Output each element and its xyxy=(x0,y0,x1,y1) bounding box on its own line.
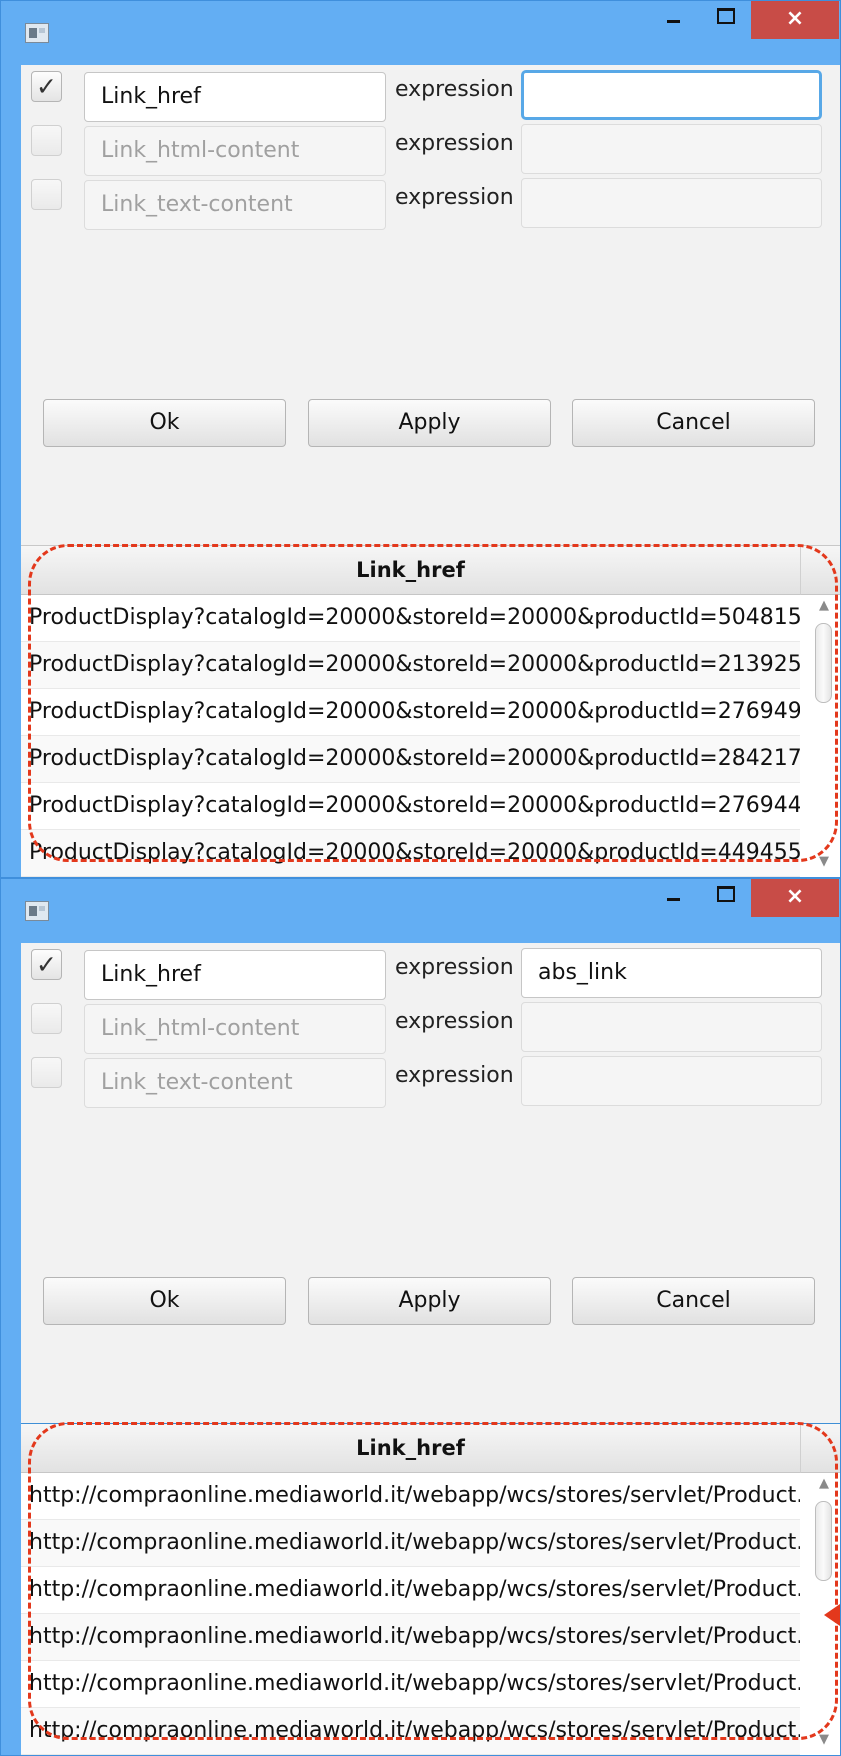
scroll-up-icon[interactable]: ▲ xyxy=(816,599,832,613)
scrollbar-thumb[interactable] xyxy=(815,623,832,703)
table-row[interactable]: ProductDisplay?catalogId=20000&storeId=2… xyxy=(21,783,800,830)
title-bar[interactable]: × xyxy=(1,1,840,65)
dialog-window-before: × ✓ Link_href expression Link_html-conte… xyxy=(0,0,841,878)
field-row-link-text-content: Link_text-content expression xyxy=(21,1051,840,1108)
table-row[interactable]: http://compraonline.mediaworld.it/webapp… xyxy=(21,1708,800,1755)
field-row-link-href: ✓ Link_href expression xyxy=(21,65,840,122)
ok-button[interactable]: Ok xyxy=(43,1277,286,1325)
expression-input[interactable] xyxy=(521,1056,822,1106)
check-icon: ✓ xyxy=(36,72,57,101)
field-name-input[interactable]: Link_html-content xyxy=(84,1004,386,1054)
apply-button[interactable]: Apply xyxy=(308,1277,551,1325)
column-header-link-href[interactable]: Link_href xyxy=(21,1424,800,1473)
scroll-up-icon[interactable]: ▲ xyxy=(816,1477,832,1491)
include-checkbox-link-html-content[interactable] xyxy=(31,1003,62,1034)
maximize-icon[interactable] xyxy=(701,1,749,33)
minimize-icon[interactable] xyxy=(649,879,697,911)
dialog-content: ✓ Link_href expression abs_link Link_htm… xyxy=(21,943,840,1755)
preview-table[interactable]: Link_href http://compraonline.mediaworld… xyxy=(21,1423,840,1755)
preview-table[interactable]: Link_href ProductDisplay?catalogId=20000… xyxy=(21,545,840,877)
expression-input[interactable]: abs_link xyxy=(521,948,822,998)
close-icon[interactable]: × xyxy=(751,879,839,917)
expression-input[interactable] xyxy=(521,178,822,228)
table-row[interactable]: http://compraonline.mediaworld.it/webapp… xyxy=(21,1473,800,1520)
table-row[interactable]: ProductDisplay?catalogId=20000&storeId=2… xyxy=(21,689,800,736)
expression-label: expression xyxy=(395,77,514,102)
apply-button[interactable]: Apply xyxy=(308,399,551,447)
app-icon xyxy=(25,23,49,43)
field-row-link-text-content: Link_text-content expression xyxy=(21,173,840,230)
scrollbar-thumb[interactable] xyxy=(815,1501,832,1581)
minimize-icon[interactable] xyxy=(649,1,697,33)
maximize-icon[interactable] xyxy=(701,879,749,911)
field-name-input[interactable]: Link_html-content xyxy=(84,126,386,176)
include-checkbox-link-href[interactable]: ✓ xyxy=(31,949,62,980)
table-row[interactable]: http://compraonline.mediaworld.it/webapp… xyxy=(21,1614,800,1661)
expression-label: expression xyxy=(395,1009,514,1034)
field-row-link-html-content: Link_html-content expression xyxy=(21,119,840,176)
expression-input[interactable] xyxy=(521,70,822,120)
include-checkbox-link-href[interactable]: ✓ xyxy=(31,71,62,102)
table-row[interactable]: http://compraonline.mediaworld.it/webapp… xyxy=(21,1661,800,1708)
table-row[interactable]: ProductDisplay?catalogId=20000&storeId=2… xyxy=(21,830,800,877)
field-name-input[interactable]: Link_text-content xyxy=(84,1058,386,1108)
expression-input[interactable] xyxy=(521,124,822,174)
include-checkbox-link-text-content[interactable] xyxy=(31,179,62,210)
dialog-window-after: × ✓ Link_href expression abs_link Link_h… xyxy=(0,878,841,1756)
vertical-scrollbar[interactable]: ▲ ▼ xyxy=(812,595,836,877)
scroll-down-icon[interactable]: ▼ xyxy=(816,855,832,869)
scroll-down-icon[interactable]: ▼ xyxy=(816,1733,832,1747)
cancel-button[interactable]: Cancel xyxy=(572,1277,815,1325)
include-checkbox-link-text-content[interactable] xyxy=(31,1057,62,1088)
table-row[interactable]: ProductDisplay?catalogId=20000&storeId=2… xyxy=(21,642,800,689)
dialog-content: ✓ Link_href expression Link_html-content… xyxy=(21,65,840,877)
expression-label: expression xyxy=(395,185,514,210)
app-icon xyxy=(25,901,49,921)
field-name-input[interactable]: Link_text-content xyxy=(84,180,386,230)
expression-label: expression xyxy=(395,1063,514,1088)
header-corner xyxy=(800,546,840,595)
cancel-button[interactable]: Cancel xyxy=(572,399,815,447)
expression-label: expression xyxy=(395,131,514,156)
expression-input[interactable] xyxy=(521,1002,822,1052)
header-corner xyxy=(800,1424,840,1473)
check-icon: ✓ xyxy=(36,950,57,979)
annotation-arrow-icon xyxy=(824,1604,840,1626)
table-row[interactable]: ProductDisplay?catalogId=20000&storeId=2… xyxy=(21,595,800,642)
include-checkbox-link-html-content[interactable] xyxy=(31,125,62,156)
expression-label: expression xyxy=(395,955,514,980)
ok-button[interactable]: Ok xyxy=(43,399,286,447)
column-header-link-href[interactable]: Link_href xyxy=(21,546,800,595)
field-row-link-html-content: Link_html-content expression xyxy=(21,997,840,1054)
table-row[interactable]: http://compraonline.mediaworld.it/webapp… xyxy=(21,1567,800,1614)
table-row[interactable]: http://compraonline.mediaworld.it/webapp… xyxy=(21,1520,800,1567)
title-bar[interactable]: × xyxy=(1,879,840,943)
table-row[interactable]: ProductDisplay?catalogId=20000&storeId=2… xyxy=(21,736,800,783)
field-name-input[interactable]: Link_href xyxy=(84,72,386,122)
field-name-input[interactable]: Link_href xyxy=(84,950,386,1000)
close-icon[interactable]: × xyxy=(751,1,839,39)
field-row-link-href: ✓ Link_href expression abs_link xyxy=(21,943,840,1000)
